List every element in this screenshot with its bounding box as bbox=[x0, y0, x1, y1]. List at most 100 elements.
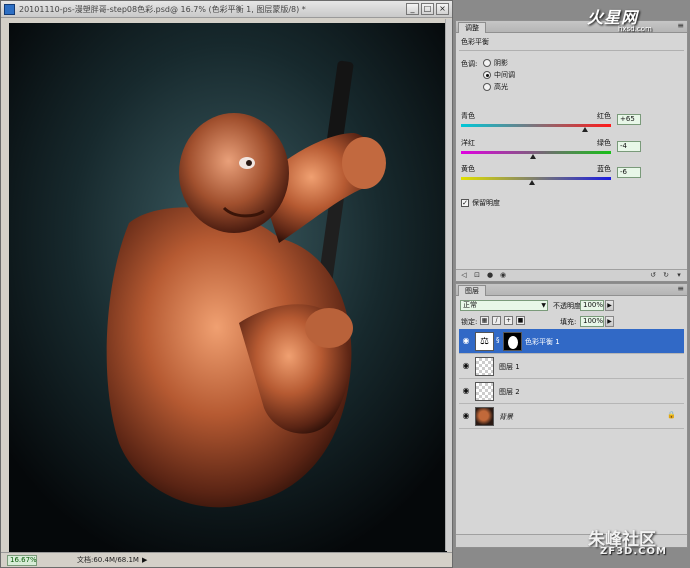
vertical-scrollbar[interactable] bbox=[445, 19, 452, 551]
blend-mode-select[interactable]: 正常 ▼ bbox=[460, 300, 548, 311]
lock-paint-icon[interactable]: / bbox=[492, 316, 501, 325]
lock-all-icon[interactable]: ■ bbox=[516, 316, 525, 325]
back-arrow-icon[interactable]: ◁ bbox=[459, 271, 469, 280]
watermark-top-sub: hxsd.com bbox=[618, 25, 652, 33]
watermark-bottom-sub: ZF3D.COM bbox=[600, 546, 667, 557]
visibility-icon[interactable]: ● bbox=[485, 271, 495, 280]
slider-cyan-red: 青色 红色 bbox=[461, 111, 611, 132]
reset-icon[interactable]: ↻ bbox=[661, 271, 671, 280]
tone-option-midtones[interactable]: 中间调 bbox=[483, 70, 515, 80]
status-menu-icon[interactable]: ▶ bbox=[142, 556, 147, 564]
slider-left-label: 青色 bbox=[461, 112, 475, 120]
slider-magenta-green: 洋红 绿色 bbox=[461, 138, 611, 159]
fill-label: 填充: bbox=[560, 318, 577, 326]
opacity-arrow-icon[interactable]: ▶ bbox=[605, 300, 614, 311]
document-title: 20101110-ps-漫塑胖哥-step08色彩.psd@ 16.7% (色彩… bbox=[19, 4, 306, 14]
document-window: 20101110-ps-漫塑胖哥-step08色彩.psd@ 16.7% (色彩… bbox=[0, 0, 453, 568]
tone-option-label: 高光 bbox=[494, 83, 508, 91]
clip-layer-icon[interactable]: ⊡ bbox=[472, 271, 482, 280]
value-yellow-blue[interactable]: -6 bbox=[617, 167, 641, 178]
tab-adjustments[interactable]: 调整 bbox=[458, 22, 486, 33]
layer-name: 色彩平衡 1 bbox=[525, 338, 560, 346]
layer-list: ◉ ⚖ § 色彩平衡 1 ◉ 图层 1 ◉ 图层 2 ◉ 背景 🔒 bbox=[459, 329, 684, 429]
chevron-down-icon: ▼ bbox=[541, 302, 546, 309]
preserve-luminosity[interactable]: ✓ 保留明度 bbox=[461, 198, 500, 208]
slider-right-label: 绿色 bbox=[597, 139, 611, 147]
slider-thumb[interactable] bbox=[528, 180, 535, 185]
eye-icon[interactable]: ◉ bbox=[461, 361, 471, 371]
tab-layers[interactable]: 图层 bbox=[458, 285, 486, 296]
slider-track[interactable] bbox=[461, 124, 611, 132]
adjustments-footer: ◁ ⊡ ● ◉ ↺ ↻ ▾ bbox=[456, 269, 687, 281]
layer-thumbnail bbox=[475, 357, 494, 376]
eye-icon[interactable]: ◉ bbox=[461, 411, 471, 421]
radio-highlights[interactable] bbox=[483, 83, 491, 91]
eye-icon[interactable]: ◉ bbox=[498, 271, 508, 280]
slider-yellow-blue: 黄色 蓝色 bbox=[461, 164, 611, 185]
lock-label: 锁定: bbox=[461, 318, 478, 326]
slider-thumb[interactable] bbox=[530, 154, 536, 159]
close-button[interactable]: × bbox=[436, 3, 449, 15]
layers-tabbar: 图层 ≡ bbox=[456, 284, 687, 296]
document-info: 文档:60.4M/68.1M bbox=[77, 556, 139, 564]
layer-thumbnail bbox=[475, 382, 494, 401]
layers-panel: 图层 ≡ 正常 ▼ 不透明度: 100% ▶ 锁定: ▦ / + ■ 填充: 1… bbox=[455, 283, 688, 548]
layer-row-color-balance[interactable]: ◉ ⚖ § 色彩平衡 1 bbox=[459, 329, 684, 354]
layer-row-background[interactable]: ◉ 背景 🔒 bbox=[459, 404, 684, 429]
value-magenta-green[interactable]: -4 bbox=[617, 141, 641, 152]
radio-shadows[interactable] bbox=[483, 59, 491, 67]
previous-state-icon[interactable]: ↺ bbox=[648, 271, 658, 280]
slider-thumb[interactable] bbox=[581, 127, 588, 132]
status-bar: 16.67% 文档:60.4M/68.1M ▶ bbox=[1, 552, 452, 567]
link-icon: § bbox=[496, 336, 500, 344]
fill-field[interactable]: 100% bbox=[580, 316, 604, 327]
adjustments-panel: 调整 ≡ 色彩平衡 色调: 阴影 中间调 高光 青色 红色 +65 洋红 绿色 … bbox=[455, 20, 688, 282]
layer-name: 图层 2 bbox=[499, 388, 520, 396]
divider bbox=[459, 50, 684, 51]
preserve-luminosity-label: 保留明度 bbox=[472, 199, 500, 207]
lock-transparency-icon[interactable]: ▦ bbox=[480, 316, 489, 325]
panel-menu-icon[interactable]: ≡ bbox=[677, 284, 684, 293]
tone-label: 色调: bbox=[461, 60, 478, 68]
opacity-field[interactable]: 100% bbox=[580, 300, 604, 311]
slider-left-label: 黄色 bbox=[461, 165, 475, 173]
lock-icon: 🔒 bbox=[667, 411, 676, 419]
tone-option-shadows[interactable]: 阴影 bbox=[483, 58, 508, 68]
slider-track[interactable] bbox=[461, 151, 611, 159]
lock-move-icon[interactable]: + bbox=[504, 316, 513, 325]
slider-right-label: 蓝色 bbox=[597, 165, 611, 173]
adjustment-thumbnail: ⚖ bbox=[475, 332, 494, 351]
document-title-bar[interactable]: 20101110-ps-漫塑胖哥-step08色彩.psd@ 16.7% (色彩… bbox=[1, 1, 452, 18]
slider-left-label: 洋红 bbox=[461, 139, 475, 147]
layer-row-layer-2[interactable]: ◉ 图层 2 bbox=[459, 379, 684, 404]
maximize-button[interactable]: □ bbox=[421, 3, 434, 15]
minimize-button[interactable]: _ bbox=[406, 3, 419, 15]
blend-mode-value: 正常 bbox=[463, 301, 477, 309]
trash-icon[interactable]: ▾ bbox=[674, 271, 684, 280]
slider-track[interactable] bbox=[461, 177, 611, 185]
watermark-bottom: 朱峰社区 ZF3D.COM bbox=[560, 525, 690, 568]
preserve-luminosity-checkbox[interactable]: ✓ bbox=[461, 199, 469, 207]
photoshop-icon bbox=[4, 3, 15, 15]
adjustment-name: 色彩平衡 bbox=[461, 38, 489, 46]
layer-name: 图层 1 bbox=[499, 363, 520, 371]
artwork-image bbox=[9, 23, 447, 553]
tone-option-label: 中间调 bbox=[494, 71, 515, 79]
layer-thumbnail bbox=[475, 407, 494, 426]
fill-arrow-icon[interactable]: ▶ bbox=[605, 316, 614, 327]
tone-option-highlights[interactable]: 高光 bbox=[483, 82, 508, 92]
window-controls: _ □ × bbox=[406, 3, 449, 15]
layer-mask-thumbnail[interactable] bbox=[503, 332, 522, 351]
value-cyan-red[interactable]: +65 bbox=[617, 114, 641, 125]
opacity-label: 不透明度: bbox=[553, 302, 584, 310]
slider-right-label: 红色 bbox=[597, 112, 611, 120]
eye-icon[interactable]: ◉ bbox=[461, 336, 471, 346]
tone-option-label: 阴影 bbox=[494, 59, 508, 67]
layer-name: 背景 bbox=[499, 413, 513, 421]
lock-options: ▦ / + ■ bbox=[480, 316, 525, 325]
layer-row-layer-1[interactable]: ◉ 图层 1 bbox=[459, 354, 684, 379]
canvas[interactable] bbox=[9, 23, 447, 553]
radio-midtones[interactable] bbox=[483, 71, 491, 79]
eye-icon[interactable]: ◉ bbox=[461, 386, 471, 396]
zoom-field[interactable]: 16.67% bbox=[7, 554, 37, 566]
